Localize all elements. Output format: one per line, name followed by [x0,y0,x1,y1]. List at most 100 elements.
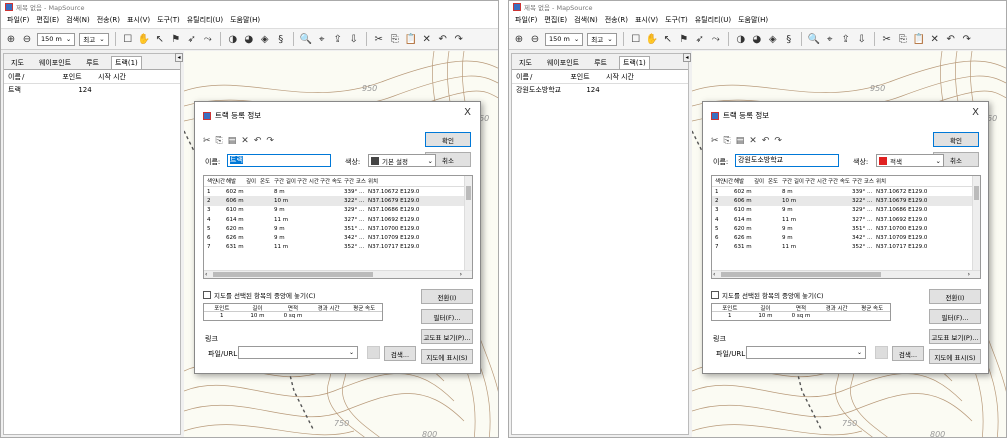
color-select[interactable]: 적색 ⌄ [876,154,944,167]
zoom-scale-select[interactable]: 150 m ⌄ [37,32,76,46]
column-depth[interactable]: 깊이 [754,177,768,185]
collapse-panel-button[interactable]: ◂ [175,53,183,62]
cut-icon[interactable]: ✂ [711,136,719,146]
redo-icon[interactable]: ↷ [774,136,782,146]
zoom-in-icon[interactable]: ⊕ [5,34,17,45]
table-row[interactable]: 2 606 m 10 m 322° ... N37.10679 E129.0 [712,196,980,206]
menu-file[interactable]: 파일(F) [7,15,29,25]
vertical-scrollbar[interactable] [464,176,472,271]
column-position[interactable]: 위치 [876,177,936,185]
scroll-right-icon[interactable]: › [460,271,462,278]
detail-level-select[interactable]: 최고 ⌄ [587,32,617,46]
send-to-device-icon[interactable]: ⇪ [840,34,852,45]
receive-from-device-icon[interactable]: ⇩ [348,34,360,45]
menu-tools[interactable]: 도구(T) [665,15,688,25]
delete-icon[interactable]: ✕ [421,34,433,45]
redo-icon[interactable]: ↷ [961,34,973,45]
color-select[interactable]: 기본 설정 ⌄ [368,154,436,167]
file-url-input[interactable]: ⌄ [746,346,866,359]
scrollbar-thumb[interactable] [466,186,471,200]
undo-icon[interactable]: ↶ [762,136,770,146]
copy-icon[interactable]: ⎘ [216,136,223,146]
map-products-icon[interactable]: ◕ [751,34,763,45]
paste-icon[interactable]: ▤ [228,136,237,146]
horizontal-scrollbar[interactable]: ‹ › [712,270,980,278]
menu-edit[interactable]: 편집(E) [544,15,567,25]
show-profile-button[interactable]: 고도표 보기(P)... [421,329,473,344]
menu-help[interactable]: 도움말(H) [738,15,768,25]
copy-icon[interactable]: ⎘ [389,34,401,45]
delete-icon[interactable]: ✕ [929,34,941,45]
filter-button[interactable]: 필터(F)... [421,309,473,324]
redo-icon[interactable]: ↷ [266,136,274,146]
receive-from-device-icon[interactable]: ⇩ [856,34,868,45]
paste-icon[interactable]: ▤ [736,136,745,146]
scrollbar-thumb[interactable] [213,272,373,277]
tab-maps[interactable]: 지도 [516,57,535,69]
column-index[interactable]: 색인 [204,177,217,185]
table-row[interactable]: 5 620 m 9 m 351° ... N37.10700 E129.0 [204,224,472,233]
waypoint-tool-icon[interactable]: ⚑ [678,34,690,45]
column-temperature[interactable]: 온도 [768,177,782,185]
column-start-time[interactable]: 시작 시간 [600,72,640,82]
ok-button[interactable]: 확인 [933,132,979,147]
undo-icon[interactable]: ↶ [254,136,262,146]
column-leg-time[interactable]: 구간 시간 [805,177,828,185]
browse-button[interactable]: 검색... [892,346,924,361]
close-icon[interactable]: X [464,107,471,118]
zoom-in-icon[interactable]: ⊕ [513,34,525,45]
redo-icon[interactable]: ↷ [453,34,465,45]
delete-icon[interactable]: ✕ [241,136,249,146]
track-name-input[interactable]: 트랙 [227,154,331,167]
tab-routes[interactable]: 루트 [591,57,610,69]
find-icon[interactable]: 🔍 [300,34,312,45]
column-name[interactable]: 이름 [512,72,530,82]
column-index[interactable]: 색인 [712,177,725,185]
tab-waypoints[interactable]: 웨이포인트 [544,57,582,69]
column-leg-length[interactable]: 구간 길이 [274,177,297,185]
column-leg-time[interactable]: 구간 시간 [297,177,320,185]
close-icon[interactable]: X [972,107,979,118]
menu-utilities[interactable]: 유틸리티(U) [695,15,731,25]
show-on-map-button[interactable]: 지도에 표시(S) [929,349,981,364]
tab-maps[interactable]: 지도 [8,57,27,69]
table-row[interactable]: 3 610 m 9 m 329° ... N37.10686 E129.0 [204,206,472,215]
checkbox-box[interactable] [203,291,211,299]
tab-tracks[interactable]: 트랙(1) [110,56,142,69]
column-leg-course[interactable]: 구간 코스 [852,177,876,185]
map-products-icon[interactable]: ◈ [767,34,779,45]
menu-search[interactable]: 검색(N) [66,15,90,25]
detail-level-select[interactable]: 최고 ⌄ [79,32,109,46]
column-time[interactable]: 시간 [215,177,226,185]
menu-edit[interactable]: 편집(E) [36,15,59,25]
column-points[interactable]: 포인트 [52,72,92,82]
table-row[interactable]: 4 614 m 11 m 327° ... N37.10692 E129.0 [204,215,472,224]
pan-tool-icon[interactable]: ✋ [138,34,150,45]
filter-button[interactable]: 필터(F)... [929,309,981,324]
scroll-left-icon[interactable]: ‹ [205,271,207,278]
menu-tools[interactable]: 도구(T) [157,15,180,25]
zoom-out-icon[interactable]: ⊖ [21,34,33,45]
column-depth[interactable]: 깊이 [246,177,260,185]
selection-tool-icon[interactable]: ↖ [154,34,166,45]
find-icon[interactable]: 🔍 [808,34,820,45]
map-products-icon[interactable]: § [275,34,287,45]
table-row[interactable]: 4 614 m 11 m 327° ... N37.10692 E129.0 [712,215,980,224]
map-products-icon[interactable]: ◑ [227,34,239,45]
send-to-device-icon[interactable]: ⇪ [332,34,344,45]
map-products-icon[interactable]: ◕ [243,34,255,45]
waypoint-tool-icon[interactable]: ⚑ [170,34,182,45]
zoom-tool-icon[interactable]: ☐ [122,34,134,45]
tab-tracks[interactable]: 트랙(1) [618,56,650,69]
scroll-left-icon[interactable]: ‹ [713,271,715,278]
track-name-input[interactable]: 강원도소방학교 [735,154,839,167]
menu-search[interactable]: 검색(N) [574,15,598,25]
horizontal-scrollbar[interactable]: ‹ › [204,270,472,278]
column-time[interactable]: 시간 [723,177,734,185]
table-row[interactable]: 6 626 m 9 m 342° ... N37.10709 E129.0 [204,233,472,242]
track-list-item[interactable]: 강원도소방학교 124 [512,84,688,96]
find-places-icon[interactable]: ⌖ [316,34,328,45]
checkbox-box[interactable] [711,291,719,299]
table-row[interactable]: 1 602 m 8 m 339° ... N37.10672 E129.0 [712,187,980,196]
table-row[interactable]: 6 626 m 9 m 342° ... N37.10709 E129.0 [712,233,980,242]
